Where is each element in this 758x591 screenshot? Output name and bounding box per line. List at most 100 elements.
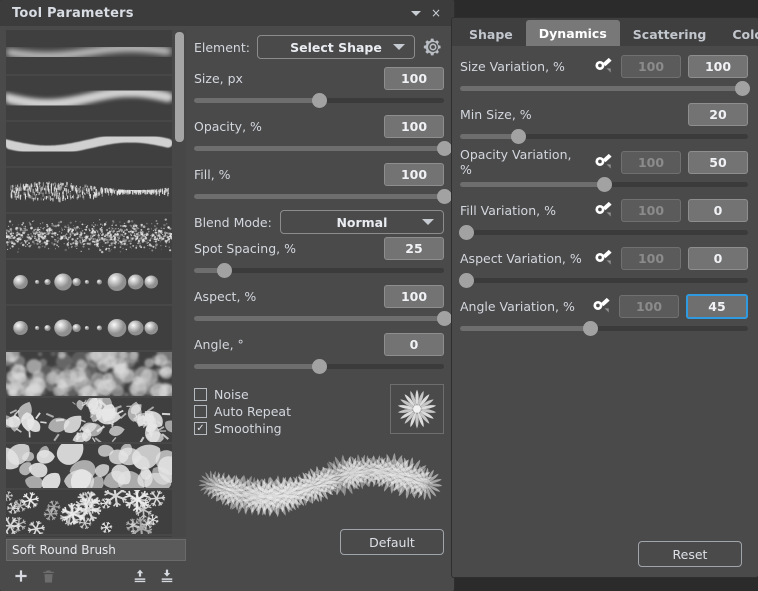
brush-list-item[interactable] — [6, 122, 172, 166]
slider-thumb[interactable] — [459, 273, 474, 288]
brush-list-item[interactable] — [6, 536, 172, 537]
dynamics-slider[interactable] — [460, 176, 748, 192]
panel-tab[interactable]: Color — [719, 22, 758, 46]
slider-thumb[interactable] — [511, 129, 526, 144]
slider-thumb[interactable] — [735, 81, 750, 96]
param-value-input[interactable]: 100 — [384, 67, 444, 90]
brush-list-item[interactable] — [6, 444, 172, 488]
param-label: Opacity, % — [194, 119, 384, 134]
checkbox-box: ✓ — [194, 422, 207, 435]
param-slider[interactable] — [194, 262, 444, 278]
checkbox-box — [194, 388, 207, 401]
slider-thumb[interactable] — [217, 263, 232, 278]
slider-thumb[interactable] — [597, 177, 612, 192]
option-checkbox[interactable]: Auto Repeat — [194, 403, 390, 420]
param-slider[interactable] — [194, 310, 444, 326]
brush-list-items[interactable] — [6, 30, 172, 537]
brush-list-item[interactable] — [6, 260, 172, 304]
slider-fill — [194, 98, 319, 103]
blend-mode-select[interactable]: Normal — [280, 210, 444, 234]
pen-pressure-icon[interactable] — [592, 153, 614, 171]
brush-list-item[interactable] — [6, 398, 172, 442]
slider-track — [460, 230, 748, 235]
pen-pressure-icon[interactable] — [590, 297, 612, 315]
brush-list-item[interactable] — [6, 306, 172, 350]
slider-thumb[interactable] — [583, 321, 598, 336]
dynamics-row: Aspect Variation, %1000 — [460, 246, 748, 270]
element-label: Element: — [194, 40, 250, 55]
element-select[interactable]: Select Shape — [257, 35, 415, 59]
reset-button[interactable]: Reset — [638, 541, 742, 567]
brush-list[interactable] — [6, 30, 186, 537]
dynamics-value-input[interactable]: 50 — [688, 151, 748, 174]
slider-thumb[interactable] — [437, 189, 452, 204]
dynamics-value-input[interactable]: 45 — [686, 294, 748, 319]
pen-pressure-icon[interactable] — [592, 249, 614, 267]
dynamics-slider[interactable] — [460, 272, 748, 288]
brush-list-item[interactable] — [6, 490, 172, 534]
close-button[interactable]: × — [426, 3, 446, 23]
checkbox-label: Smoothing — [214, 421, 282, 436]
scrollbar-thumb[interactable] — [175, 32, 184, 142]
brush-list-item[interactable] — [6, 76, 172, 120]
pen-pressure-value: 100 — [621, 55, 681, 78]
slider-thumb[interactable] — [459, 225, 474, 240]
dynamics-label: Size Variation, % — [460, 59, 585, 74]
param-slider[interactable] — [194, 358, 444, 374]
default-button-row: Default — [194, 523, 444, 561]
dynamics-slider[interactable] — [460, 80, 748, 96]
dynamics-slider[interactable] — [460, 320, 748, 336]
brush-list-column: Soft Round Brush — [0, 26, 186, 591]
dynamics-slider[interactable] — [460, 224, 748, 240]
brush-list-item[interactable] — [6, 214, 172, 258]
param-value-input[interactable]: 100 — [384, 115, 444, 138]
blend-mode-value: Normal — [336, 215, 387, 230]
panel-tab[interactable]: Dynamics — [526, 20, 620, 46]
dynamics-row: Min Size, % 20 — [460, 102, 748, 126]
slider-thumb[interactable] — [437, 141, 452, 156]
param-value-input[interactable]: 0 — [384, 333, 444, 356]
add-brush-button[interactable] — [12, 567, 30, 585]
dynamics-slider[interactable] — [460, 128, 748, 144]
param-value-input[interactable]: 100 — [384, 285, 444, 308]
panel-tab[interactable]: Scattering — [620, 22, 720, 46]
slider-thumb[interactable] — [437, 311, 452, 326]
param-slider[interactable] — [194, 92, 444, 108]
pen-pressure-value: 100 — [621, 199, 681, 222]
import-brush-button[interactable] — [131, 567, 149, 585]
param-label: Size, px — [194, 71, 384, 86]
dynamics-value-input[interactable]: 0 — [688, 199, 748, 222]
selected-brush-name: Soft Round Brush — [6, 539, 186, 561]
dynamics-value-input[interactable]: 0 — [688, 247, 748, 270]
param-value-input[interactable]: 100 — [384, 163, 444, 186]
dynamics-label: Min Size, % — [460, 107, 681, 122]
dynamics-value-input[interactable]: 100 — [688, 55, 748, 78]
option-checkbox[interactable]: Noise — [194, 386, 390, 403]
default-button[interactable]: Default — [340, 529, 444, 555]
param-slider[interactable] — [194, 140, 444, 156]
option-checkbox[interactable]: ✓ Smoothing — [194, 420, 390, 437]
collapse-button[interactable] — [406, 3, 426, 23]
options-checkboxes: Noise Auto Repeat✓ Smoothing — [194, 386, 390, 437]
slider-fill — [194, 146, 444, 151]
reset-button-row: Reset — [452, 541, 758, 567]
export-brush-button[interactable] — [159, 567, 177, 585]
brush-list-item[interactable] — [6, 30, 172, 74]
dynamics-label: Aspect Variation, % — [460, 251, 585, 266]
param-slider[interactable] — [194, 188, 444, 204]
panel-tab[interactable]: Shape — [456, 22, 526, 46]
gear-icon[interactable] — [422, 36, 444, 58]
brush-list-item[interactable] — [6, 352, 172, 396]
dynamics-value-input[interactable]: 20 — [688, 103, 748, 126]
brush-list-item[interactable] — [6, 168, 172, 212]
slider-thumb[interactable] — [312, 93, 327, 108]
daisy-flower-thumbnail[interactable] — [390, 384, 444, 434]
pen-pressure-icon[interactable] — [592, 57, 614, 75]
slider-thumb[interactable] — [312, 359, 327, 374]
slider-fill — [460, 326, 590, 331]
brush-list-scrollbar[interactable] — [173, 30, 186, 537]
blend-mode-row: Blend Mode: Normal — [194, 210, 444, 234]
pen-pressure-icon[interactable] — [592, 201, 614, 219]
param-value-input[interactable]: 25 — [384, 237, 444, 260]
preview-stroke — [194, 445, 444, 523]
